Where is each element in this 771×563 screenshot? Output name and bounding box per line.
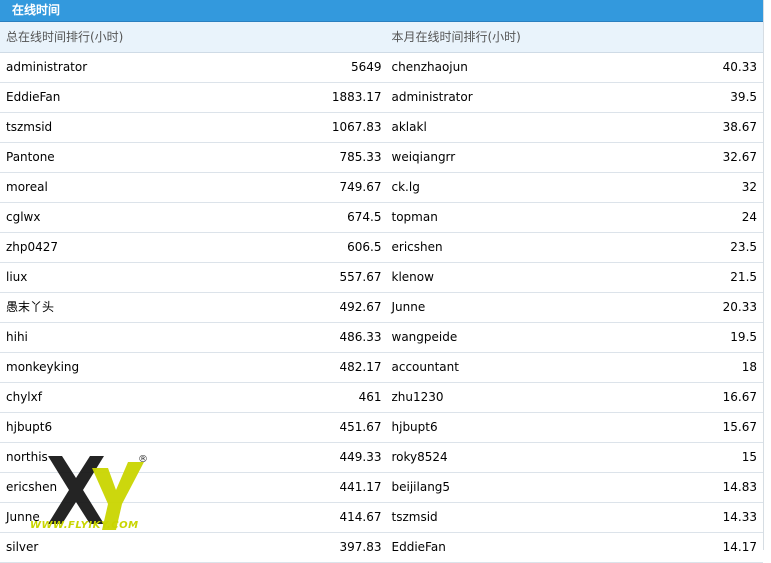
total-hours: 486.33 <box>339 330 382 344</box>
ranking-table-body: administrator 5649 chenzhaojun 40.33 EddieFa… <box>0 53 763 563</box>
total-user-name: liux <box>6 270 28 284</box>
total-user-name: Pantone <box>6 150 55 164</box>
table-row: monkeyking 482.17 accountant 18 <box>0 353 763 383</box>
month-hours: 21.5 <box>730 270 758 284</box>
month-hours: 14.83 <box>722 480 758 494</box>
total-hours: 461 <box>358 390 382 404</box>
table-row: northis 449.33 roky8524 15 <box>0 443 763 473</box>
month-hours: 23.5 <box>730 240 758 254</box>
total-hours: 674.5 <box>347 210 382 224</box>
panel-title: 在线时间 <box>0 0 763 22</box>
header-month-online: 本月在线时间排行(小时) <box>391 30 521 44</box>
total-user-name: monkeyking <box>6 360 80 374</box>
month-hours: 40.33 <box>722 60 758 74</box>
total-hours: 1067.83 <box>331 120 382 134</box>
month-user-name: beijilang5 <box>391 480 451 494</box>
month-user-name: zhu1230 <box>391 390 444 404</box>
table-row: silver 397.83 EddieFan 14.17 <box>0 533 763 563</box>
table-row: chylxf 461 zhu1230 16.67 <box>0 383 763 413</box>
month-hours: 32.67 <box>722 150 758 164</box>
month-user-name: accountant <box>391 360 459 374</box>
table-row: hihi 486.33 wangpeide 19.5 <box>0 323 763 353</box>
month-user-name: weiqiangrr <box>391 150 456 164</box>
table-row: 愚末丫头 492.67 Junne 20.33 <box>0 293 763 323</box>
month-user-name: Junne <box>391 300 426 314</box>
month-user-name: ck.lg <box>391 180 420 194</box>
month-user-name: chenzhaojun <box>391 60 468 74</box>
total-user-name: cglwx <box>6 210 41 224</box>
month-user-name: roky8524 <box>391 450 448 464</box>
month-hours: 14.33 <box>722 510 758 524</box>
table-row: administrator 5649 chenzhaojun 40.33 <box>0 53 763 83</box>
total-user-name: EddieFan <box>6 90 61 104</box>
total-hours: 492.67 <box>339 300 382 314</box>
table-row: hjbupt6 451.67 hjbupt6 15.67 <box>0 413 763 443</box>
month-hours: 38.67 <box>722 120 758 134</box>
month-user-name: EddieFan <box>391 540 446 554</box>
total-hours: 606.5 <box>347 240 382 254</box>
total-hours: 785.33 <box>339 150 382 164</box>
month-hours: 32 <box>741 180 758 194</box>
total-user-name: silver <box>6 540 39 554</box>
total-hours: 414.67 <box>339 510 382 524</box>
table-header: 总在线时间排行(小时) 本月在线时间排行(小时) <box>0 22 763 53</box>
month-user-name: ericshen <box>391 240 443 254</box>
total-hours: 749.67 <box>339 180 382 194</box>
total-hours: 441.17 <box>339 480 382 494</box>
table-row: ericshen 441.17 beijilang5 14.83 <box>0 473 763 503</box>
month-user-name: aklakl <box>391 120 427 134</box>
total-user-name: moreal <box>6 180 48 194</box>
month-user-name: administrator <box>391 90 473 104</box>
month-user-name: klenow <box>391 270 434 284</box>
total-hours: 449.33 <box>339 450 382 464</box>
month-user-name: tszmsid <box>391 510 438 524</box>
table-row: Pantone 785.33 weiqiangrr 32.67 <box>0 143 763 173</box>
total-hours: 397.83 <box>339 540 382 554</box>
header-total-online: 总在线时间排行(小时) <box>6 30 124 44</box>
month-hours: 14.17 <box>722 540 758 554</box>
total-user-name: hjbupt6 <box>6 420 53 434</box>
month-hours: 15.67 <box>722 420 758 434</box>
table-row: moreal 749.67 ck.lg 32 <box>0 173 763 203</box>
total-hours: 482.17 <box>339 360 382 374</box>
total-user-name: northis <box>6 450 48 464</box>
table-row: tszmsid 1067.83 aklakl 38.67 <box>0 113 763 143</box>
month-hours: 24 <box>741 210 758 224</box>
month-hours: 39.5 <box>730 90 758 104</box>
total-user-name: chylxf <box>6 390 42 404</box>
total-user-name: administrator <box>6 60 88 74</box>
table-row: cglwx 674.5 topman 24 <box>0 203 763 233</box>
total-hours: 5649 <box>350 60 382 74</box>
month-hours: 18 <box>741 360 758 374</box>
total-user-name: tszmsid <box>6 120 53 134</box>
table-row: EddieFan 1883.17 administrator 39.5 <box>0 83 763 113</box>
total-user-name: hihi <box>6 330 28 344</box>
watermark-url: WWW.FLYIKY.COM <box>30 520 139 531</box>
total-user-name: ericshen <box>6 480 58 494</box>
total-user-name: zhp0427 <box>6 240 59 254</box>
online-time-panel: 在线时间 总在线时间排行(小时) 本月在线时间排行(小时) administra… <box>0 0 764 563</box>
table-row: zhp0427 606.5 ericshen 23.5 <box>0 233 763 263</box>
month-user-name: hjbupt6 <box>391 420 438 434</box>
month-hours: 15 <box>741 450 758 464</box>
table-row: liux 557.67 klenow 21.5 <box>0 263 763 293</box>
month-hours: 16.67 <box>722 390 758 404</box>
total-hours: 451.67 <box>339 420 382 434</box>
month-hours: 20.33 <box>722 300 758 314</box>
month-user-name: topman <box>391 210 438 224</box>
total-hours: 1883.17 <box>331 90 382 104</box>
total-user-name: 愚末丫头 <box>6 300 55 314</box>
month-hours: 19.5 <box>730 330 758 344</box>
total-hours: 557.67 <box>339 270 382 284</box>
month-user-name: wangpeide <box>391 330 458 344</box>
